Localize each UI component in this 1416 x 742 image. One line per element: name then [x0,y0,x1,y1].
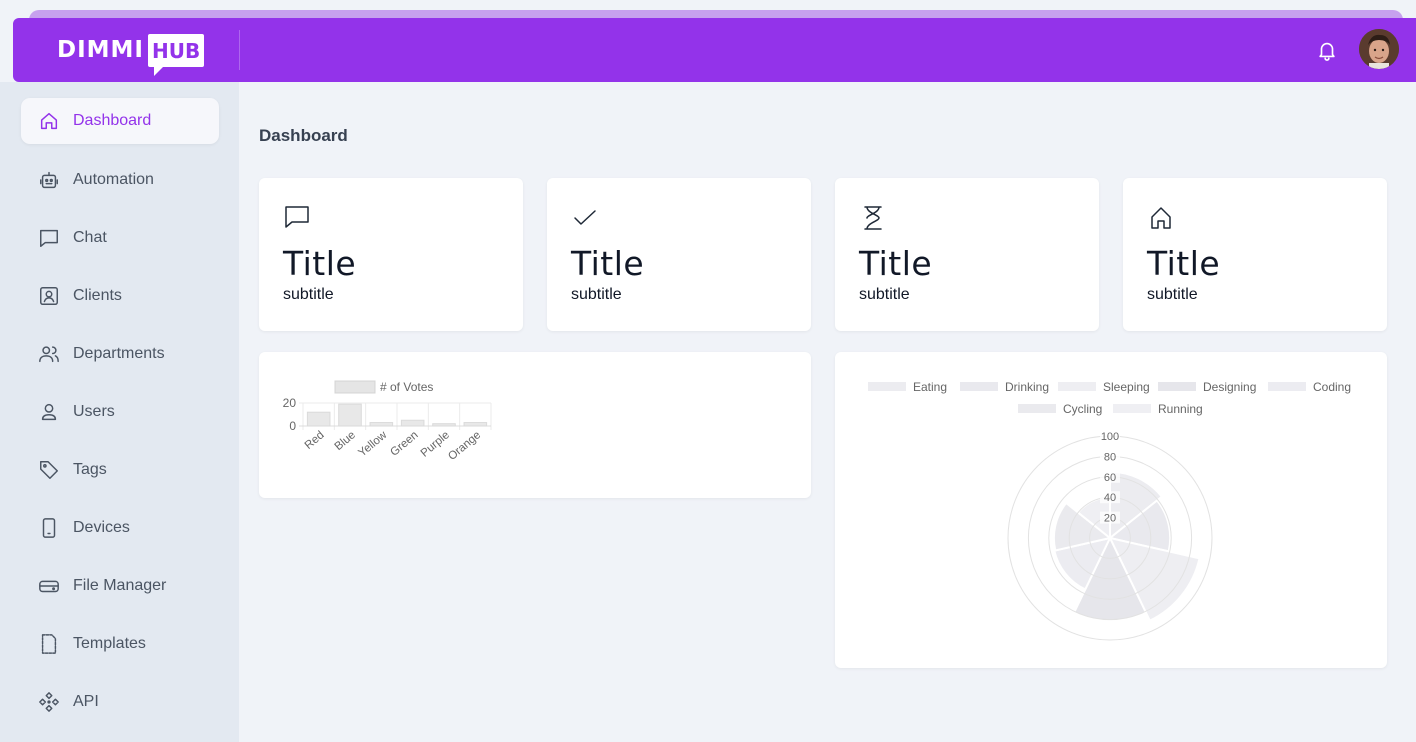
chat-icon [283,204,311,232]
stat-subtitle: subtitle [1147,286,1198,303]
legend-swatch [1113,404,1151,413]
stat-subtitle: subtitle [859,286,910,303]
logo-badge: HUB [147,33,205,76]
x-tick-label: Red [303,429,327,452]
legend-label: Drinking [1005,380,1049,394]
legend-swatch [1268,382,1306,391]
stat-card[interactable]: Title subtitle [547,178,811,331]
legend-swatch [1058,382,1096,391]
legend-label: # of Votes [380,380,433,394]
legend-swatch [1018,404,1056,413]
bar-chart-card: # of Votes 20 0 Red Blue Yellow Green Purple Ora… [259,352,811,498]
x-tick-label: Blue [333,429,358,453]
top-header: DIMMI HUB [13,18,1416,82]
sidebar-item-dashboard[interactable]: Dashboard [21,98,219,144]
sidebar-item-label: Dashboard [73,112,152,129]
polar-chart-card: Eating Drinking Sleeping Designing Coding Cyc… [835,352,1387,668]
bar [369,422,394,427]
bar [338,403,362,427]
y-tick-label: 20 [283,396,297,410]
bar [400,419,425,427]
stat-subtitle: subtitle [283,286,334,303]
bar [463,422,488,427]
legend-swatch [1158,382,1196,391]
stat-title: Title [283,244,357,283]
legend-label: Running [1158,402,1203,416]
stat-title: Title [1147,244,1221,283]
page-title: Dashboard [259,126,348,145]
api-icon [37,690,61,714]
hourglass-icon [859,204,887,232]
radial-tick-label: 100 [1101,431,1119,443]
sidebar: Dashboard Automation Chat Clients Depart… [0,82,239,742]
sidebar-item-label: Users [73,403,115,420]
legend-swatch [868,382,906,391]
radial-tick-label: 40 [1104,492,1116,504]
sidebar-item-label: Departments [73,345,165,362]
sidebar-item-file-manager[interactable]: File Manager [21,563,219,609]
x-tick-label: Orange [446,429,483,463]
sidebar-item-label: API [73,693,99,710]
bell-icon[interactable] [1316,38,1338,62]
radial-tick-label: 80 [1104,451,1116,463]
header-divider [239,30,240,70]
stat-title: Title [571,244,645,283]
bar [306,411,331,427]
polar-area-chart: Eating Drinking Sleeping Designing Coding Cyc… [868,380,1351,641]
tag-icon [37,458,61,482]
legend-label: Eating [913,380,947,394]
sidebar-item-label: Automation [73,171,154,188]
sidebar-item-label: Clients [73,287,122,304]
legend-label: Sleeping [1103,380,1150,394]
robot-icon [37,168,61,192]
sidebar-item-templates[interactable]: Templates [21,621,219,667]
home-icon [1147,204,1175,232]
x-tick-label: Green [388,429,420,459]
x-tick-label: Yellow [356,429,389,460]
y-tick-label: 0 [289,419,296,433]
sidebar-item-label: Tags [73,461,107,478]
sidebar-item-label: Devices [73,519,130,536]
stat-card[interactable]: Title subtitle [1123,178,1387,331]
sidebar-item-api[interactable]: API [21,679,219,725]
sidebar-item-tags[interactable]: Tags [21,447,219,493]
app-logo[interactable]: DIMMI HUB [57,30,205,76]
legend-label: Cycling [1063,402,1102,416]
drive-icon [37,574,61,598]
sidebar-item-automation[interactable]: Automation [21,157,219,203]
stat-card[interactable]: Title subtitle [259,178,523,331]
stat-card[interactable]: Title subtitle [835,178,1099,331]
chat-icon [37,226,61,250]
bar [432,423,456,427]
sidebar-item-users[interactable]: Users [21,389,219,435]
sidebar-item-departments[interactable]: Departments [21,331,219,377]
user-avatar[interactable] [1359,29,1399,69]
check-icon [571,204,599,232]
sidebar-item-clients[interactable]: Clients [21,273,219,319]
home-icon [37,109,61,133]
sidebar-item-label: Templates [73,635,146,652]
logo-text: DIMMI [57,37,144,63]
radial-tick-label: 20 [1104,513,1116,525]
sidebar-item-devices[interactable]: Devices [21,505,219,551]
user-icon [37,400,61,424]
legend-label: Coding [1313,380,1351,394]
legend-swatch [960,382,998,391]
phone-icon [37,516,61,540]
bar-chart: # of Votes200Red BlueYellow GreenPurpleOra… [283,380,492,463]
radial-tick-label: 60 [1104,472,1116,484]
stat-subtitle: subtitle [571,286,622,303]
stat-title: Title [859,244,933,283]
legend-swatch [334,380,376,394]
file-icon [37,632,61,656]
sidebar-item-label: Chat [73,229,107,246]
sidebar-item-chat[interactable]: Chat [21,215,219,261]
sidebar-item-label: File Manager [73,577,167,594]
contact-card-icon [37,284,61,308]
legend-label: Designing [1203,380,1256,394]
users-group-icon [37,342,61,366]
